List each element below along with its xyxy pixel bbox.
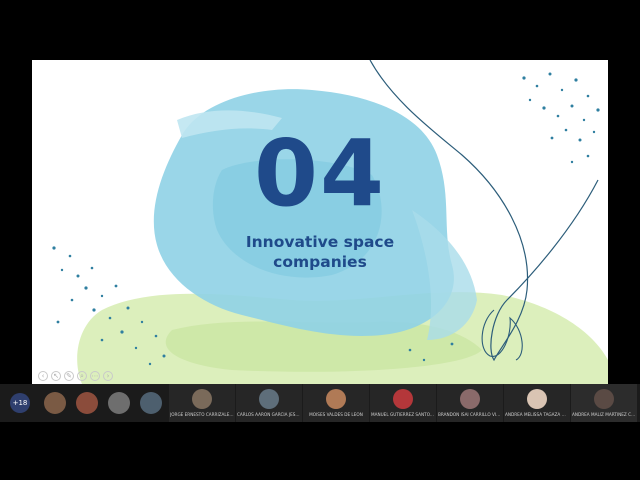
participant-name: ANDREA MELISSA TAGAZA GONZA... xyxy=(505,411,569,417)
participant-tile-active-speaker[interactable]: ANDREA MALIZ MARTINEZ CORTES xyxy=(571,384,637,422)
participant-name: CARLOS AARON GARCIA JESÚS xyxy=(237,411,301,417)
slide-toolbar: ‹ ↖ ✎ ⌕ ⋯ › xyxy=(38,370,113,382)
prev-icon[interactable]: ‹ xyxy=(38,371,48,381)
slide-title-line-2: companies xyxy=(273,253,367,271)
avatar xyxy=(326,388,346,409)
participant-avatar[interactable] xyxy=(76,392,98,414)
participant-tile[interactable]: MOISES VALDES DE LEON xyxy=(303,384,369,422)
zoom-icon[interactable]: ⌕ xyxy=(77,371,87,381)
dot-cluster-top-right xyxy=(522,72,600,164)
participant-tiles: JORGE ERNESTO CARRIZALES SAN... CARLOS A… xyxy=(168,384,640,422)
pointer-icon[interactable]: ↖ xyxy=(51,371,61,381)
participant-tile[interactable]: ANDREA MELISSA TAGAZA GONZA... xyxy=(504,384,570,422)
slide-title-line-1: Innovative space xyxy=(245,233,395,251)
participant-tile[interactable]: MANUEL GUTIERREZ SANTOYO xyxy=(370,384,436,422)
more-participants-button[interactable]: +18 xyxy=(10,393,30,413)
slide-section-number: 04 xyxy=(253,120,387,227)
participant-tile[interactable]: CARLOS AARON GARCIA JESÚS xyxy=(236,384,302,422)
next-icon[interactable]: › xyxy=(103,371,113,381)
avatar xyxy=(393,388,413,409)
avatar xyxy=(259,388,279,409)
participant-name: MANUEL GUTIERREZ SANTOYO xyxy=(371,411,435,417)
participant-name: JORGE ERNESTO CARRIZALES SAN... xyxy=(170,411,234,417)
slide-section-title: Innovative space companies xyxy=(230,232,410,272)
avatar xyxy=(192,388,212,409)
participant-overflow: +18 xyxy=(0,384,40,422)
avatar xyxy=(527,388,547,409)
participant-name: BRANDON ISAI CARRILLO VILLANU... xyxy=(438,411,502,417)
options-icon[interactable]: ⋯ xyxy=(90,371,100,381)
pen-icon[interactable]: ✎ xyxy=(64,371,74,381)
participant-tile[interactable]: BRANDON ISAI CARRILLO VILLANU... xyxy=(437,384,503,422)
participant-name: MOISES VALDES DE LEON xyxy=(309,411,363,417)
participant-name: ANDREA MALIZ MARTINEZ CORTES xyxy=(572,411,636,417)
participant-avatar[interactable] xyxy=(108,392,130,414)
avatar xyxy=(594,388,614,409)
participant-avatar[interactable] xyxy=(44,392,66,414)
participant-tile[interactable]: JORGE ERNESTO CARRIZALES SAN... xyxy=(169,384,235,422)
participant-avatar[interactable] xyxy=(140,392,162,414)
avatar xyxy=(460,388,480,409)
presentation-slide: 04 Innovative space companies ‹ ↖ ✎ ⌕ ⋯ … xyxy=(32,60,608,384)
small-participant-tiles xyxy=(40,384,168,422)
participant-strip: +18 JORGE ERNESTO CARRIZALES SAN... CARL… xyxy=(0,384,640,422)
